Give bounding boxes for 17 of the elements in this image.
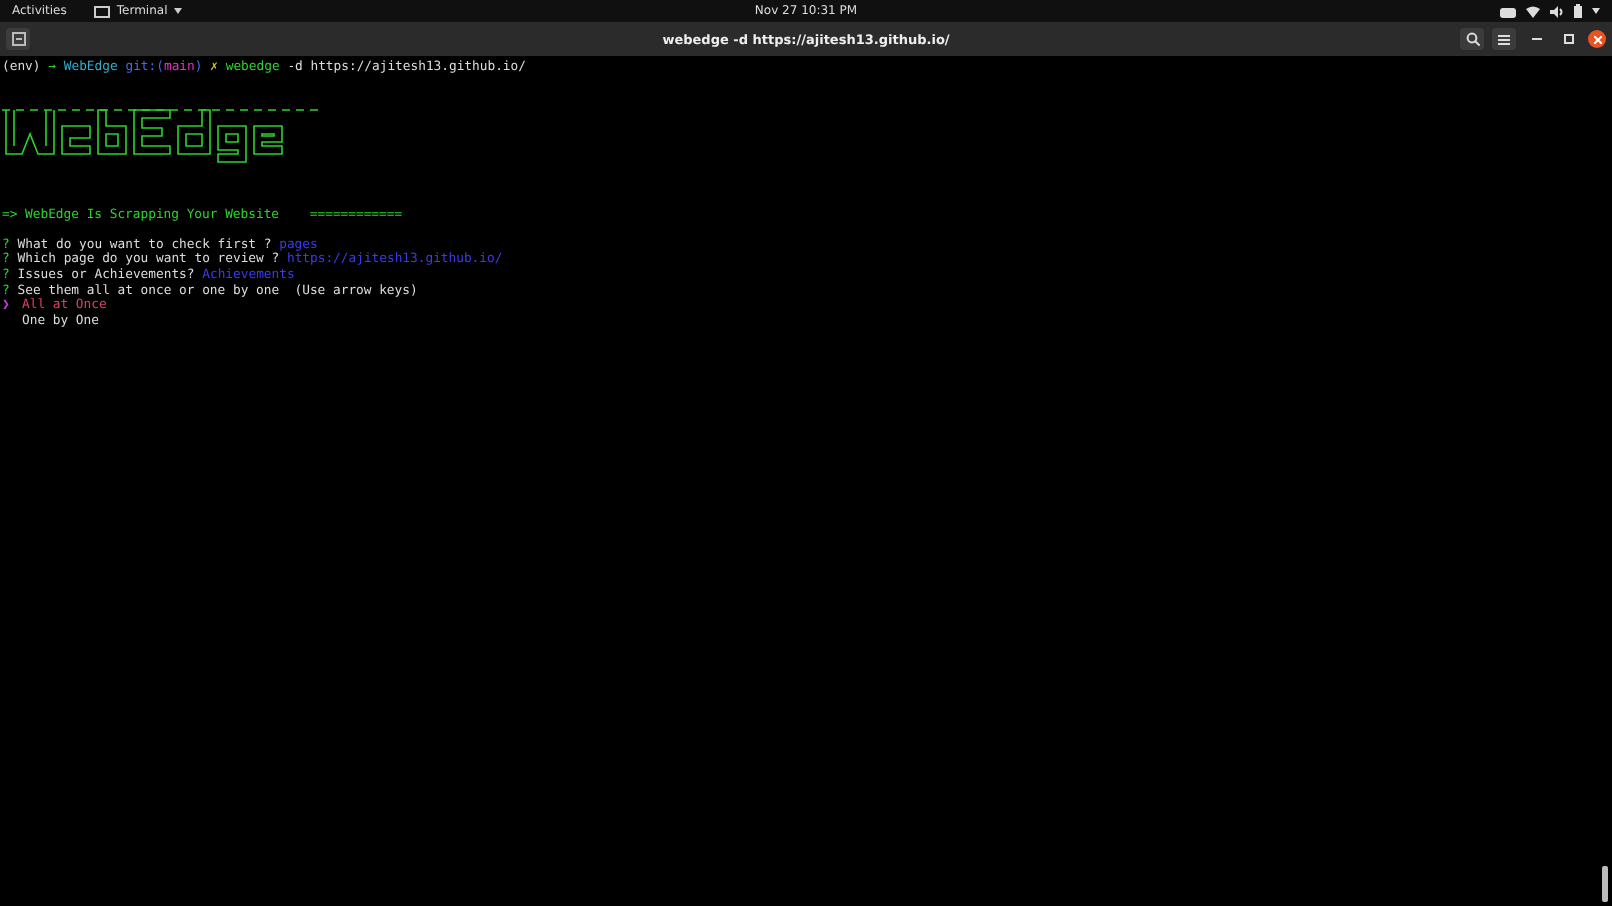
- scrollbar[interactable]: [1602, 866, 1608, 902]
- volume-icon[interactable]: [1550, 5, 1564, 17]
- maximize-icon: [1563, 34, 1573, 44]
- terminal-icon: [94, 5, 111, 17]
- search-icon: [1465, 32, 1479, 46]
- wifi-icon[interactable]: [1526, 5, 1540, 17]
- close-button[interactable]: [1588, 30, 1606, 48]
- new-tab-icon: [11, 32, 25, 46]
- menu-button[interactable]: [1492, 28, 1516, 50]
- menu-icon: [1498, 33, 1510, 45]
- new-tab-button[interactable]: [6, 28, 30, 50]
- close-icon: [1593, 35, 1601, 43]
- caret-icon: [173, 8, 182, 14]
- caret-icon[interactable]: [1592, 8, 1600, 14]
- minimize-icon: [1531, 38, 1541, 40]
- battery-icon[interactable]: [1574, 4, 1582, 18]
- search-button[interactable]: [1460, 28, 1484, 50]
